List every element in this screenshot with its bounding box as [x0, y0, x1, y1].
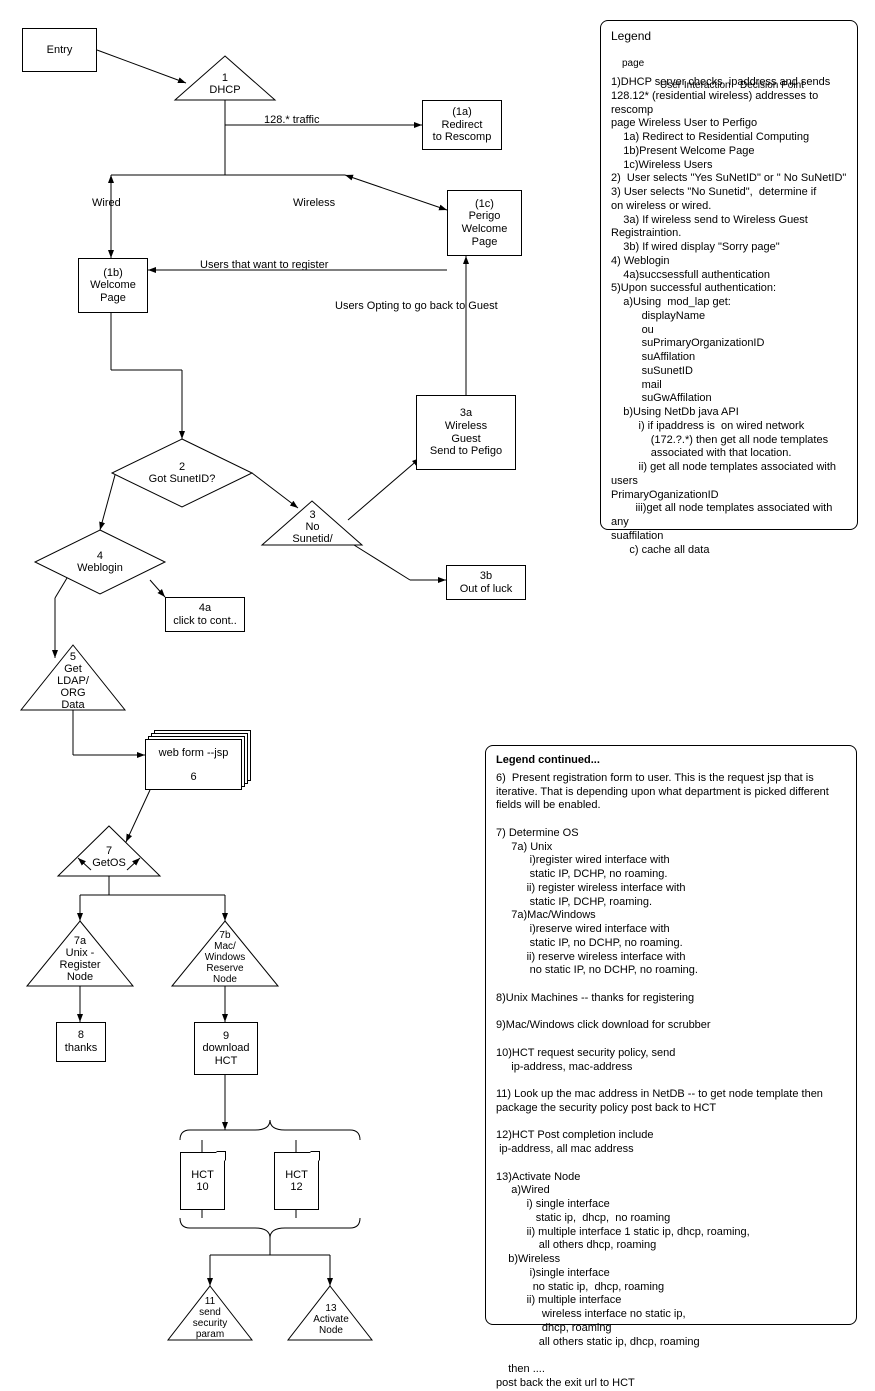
- download-hct-label: 9 download HCT: [202, 1030, 249, 1068]
- wireless-guest-label: 3a Wireless Guest Send to Pefigo: [430, 407, 502, 458]
- edge-128traffic: 128.* traffic: [264, 114, 319, 126]
- click-to-cont-label: 4a click to cont..: [173, 602, 237, 627]
- getos-label: 7 GetOS: [84, 842, 134, 872]
- entry-box: Entry: [22, 28, 97, 72]
- welcome-page-label: (1b) Welcome Page: [90, 267, 136, 305]
- legend-decision-label: Decision Point: [740, 80, 804, 91]
- unix-register-label: 7a Unix - Register Node: [52, 935, 108, 983]
- hct12-label: HCT 12: [285, 1169, 308, 1193]
- hct10-doc: HCT 10: [180, 1152, 225, 1210]
- edge-users-register: Users that want to register: [200, 259, 328, 271]
- hct12-doc: HCT 12: [274, 1152, 319, 1210]
- legend-page-label: page: [622, 58, 644, 69]
- edge-wireless: Wireless: [293, 197, 335, 209]
- dhcp-label: 1 DHCP: [200, 70, 250, 98]
- legend-userint-label: User Interaction: [660, 80, 731, 91]
- entry-label: Entry: [47, 44, 73, 57]
- legend-body: 1)DHCP server checks ipaddress and sends…: [611, 76, 847, 557]
- thanks-box: 8 thanks: [56, 1022, 106, 1062]
- click-to-cont-box: 4a click to cont..: [165, 597, 245, 632]
- out-of-luck-box: 3b Out of luck: [446, 565, 526, 600]
- activate-node-label: 13 Activate Node: [306, 1300, 356, 1338]
- legend2-body: 6) Present registration form to user. Th…: [496, 772, 846, 1391]
- perigo-welcome-box: (1c) Perigo Welcome Page: [447, 190, 522, 256]
- welcome-page-box: (1b) Welcome Page: [78, 258, 148, 313]
- send-security-label: 11 send security param: [185, 1298, 235, 1338]
- legend2-title: Legend continued...: [496, 754, 846, 768]
- out-of-luck-label: 3b Out of luck: [460, 570, 513, 595]
- weblogin-label: 4 Weblogin: [65, 548, 135, 576]
- perigo-welcome-label: (1c) Perigo Welcome Page: [462, 198, 508, 249]
- redirect-rescomp-box: (1a) Redirect to Rescomp: [422, 100, 502, 150]
- mac-reserve-label: 7b Mac/ Windows Reserve Node: [195, 930, 255, 984]
- legend2-panel: Legend continued... 6) Present registrat…: [485, 745, 857, 1325]
- no-sunetid-label: 3 No Sunetid/: [285, 510, 340, 544]
- legend-panel: Legend 1)DHCP server checks ipaddress an…: [600, 20, 858, 530]
- hct10-label: HCT 10: [191, 1169, 214, 1193]
- thanks-label: 8 thanks: [65, 1029, 97, 1054]
- redirect-rescomp-label: (1a) Redirect to Rescomp: [433, 106, 492, 144]
- edge-wired: Wired: [92, 197, 121, 209]
- download-hct-box: 9 download HCT: [194, 1022, 258, 1075]
- edge-users-opting: Users Opting to go back to Guest: [335, 300, 498, 312]
- get-ldap-label: 5 Get LDAP/ ORG Data: [45, 654, 101, 708]
- web-form-label: web form --jsp 6: [159, 747, 229, 783]
- got-sunetid-label: 2 Got SunetID?: [140, 458, 224, 488]
- legend-title: Legend: [611, 29, 847, 44]
- web-form-stack: web form --jsp 6: [145, 730, 251, 790]
- wireless-guest-box: 3a Wireless Guest Send to Pefigo: [416, 395, 516, 470]
